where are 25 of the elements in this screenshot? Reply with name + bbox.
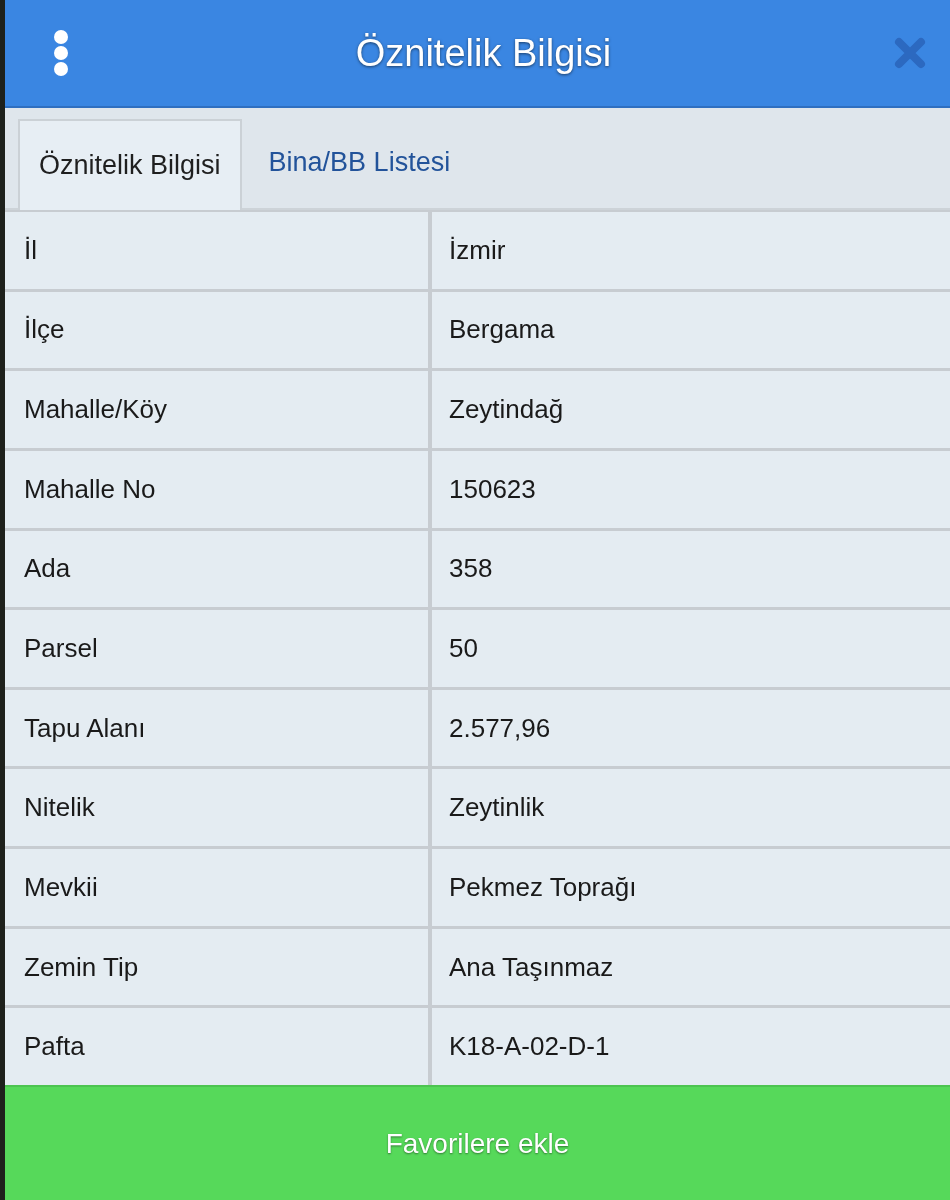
- table-cell: İzmir: [432, 212, 950, 289]
- table-cell: Mevkii: [5, 849, 428, 926]
- table-cell: Ada: [5, 530, 428, 608]
- table-cell: Nitelik: [5, 769, 428, 847]
- table-cell: Pafta: [5, 1008, 428, 1085]
- table-cell: İl: [5, 212, 428, 289]
- dialog-title: Öznitelik Bilgisi: [355, 34, 612, 72]
- table-cell: K18-A-02-D-1: [432, 1008, 950, 1085]
- tab[interactable]: Öznitelik Bilgisi: [18, 119, 242, 210]
- table-cell: Zeytinlik: [432, 769, 950, 847]
- table-cell: 150623: [432, 450, 950, 528]
- table-cell: Mahalle/Köy: [5, 371, 428, 448]
- table-cell: 358: [432, 530, 950, 608]
- table-cell: Bergama: [432, 291, 950, 369]
- table-cell: 2.577,96: [432, 689, 950, 767]
- table-cell: Mahalle No: [5, 450, 428, 528]
- table-cell: İlçe: [5, 291, 428, 369]
- table-cell: Ana Taşınmaz: [432, 928, 950, 1006]
- table-cell: Parsel: [5, 610, 428, 687]
- table-cell: Zeytindağ: [432, 371, 950, 448]
- table-cell: 50: [432, 610, 950, 687]
- table-cell: Pekmez Toprağı: [432, 849, 950, 926]
- table-cell: Zemin Tip: [5, 928, 428, 1006]
- tab[interactable]: Bina/BB Listesi: [241, 117, 478, 208]
- table-cell: Tapu Alanı: [5, 689, 428, 767]
